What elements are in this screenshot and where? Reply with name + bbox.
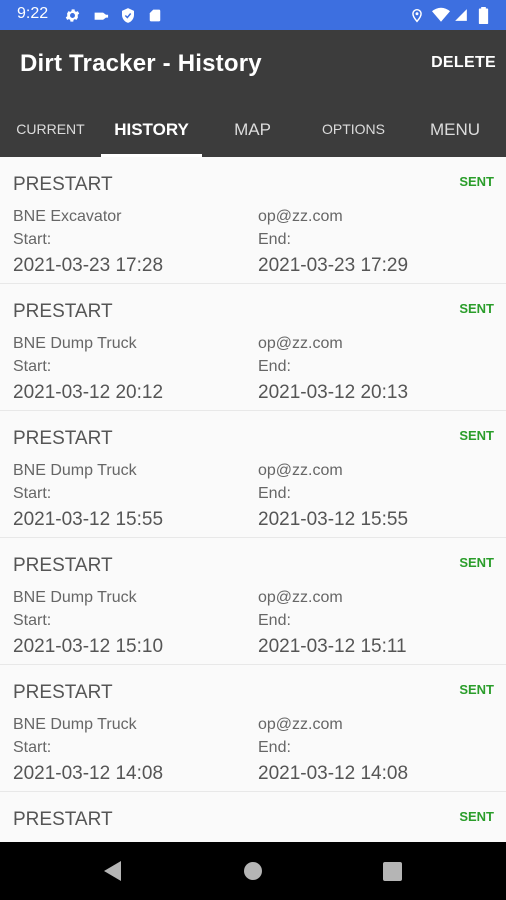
- end-label: End:: [258, 231, 291, 248]
- record-type: PRESTART: [13, 682, 113, 703]
- tab-current-label: CURRENT: [16, 121, 85, 137]
- end-time: 2021-03-12 15:55: [258, 509, 409, 530]
- start-label: Start:: [13, 231, 52, 248]
- tab-history-label: HISTORY: [114, 120, 189, 139]
- status-badge: SENT: [459, 428, 494, 443]
- record-type: PRESTART: [13, 301, 113, 322]
- tab-menu-label: MENU: [429, 120, 481, 139]
- tab-options[interactable]: OPTIONS: [303, 102, 404, 157]
- delete-button[interactable]: DELETE: [431, 54, 496, 72]
- operator-email: op@zz.com: [258, 589, 343, 606]
- end-time: 2021-03-12 20:13: [258, 382, 409, 403]
- start-label: Start:: [13, 612, 52, 629]
- history-item[interactable]: PRESTART SENT BNE Excavator op@zz.com St…: [0, 157, 506, 284]
- machine-name: BNE Dump Truck: [13, 462, 137, 479]
- start-time: 2021-03-12 15:10: [13, 636, 164, 657]
- tab-menu[interactable]: MENU: [404, 102, 506, 157]
- operator-email: op@zz.com: [258, 716, 343, 733]
- history-item[interactable]: PRESTART SENT BNE Dump Truck op@zz.com S…: [0, 538, 506, 665]
- status-bar: 9:22: [0, 0, 506, 30]
- home-icon[interactable]: [243, 861, 263, 881]
- status-badge: SENT: [459, 301, 494, 316]
- status-badge: SENT: [459, 555, 494, 570]
- back-icon[interactable]: [101, 860, 123, 882]
- system-nav-bar: [0, 842, 506, 900]
- page-title: Dirt Tracker - History: [20, 50, 262, 77]
- history-item[interactable]: PRESTART SENT: [0, 792, 506, 842]
- status-badge: SENT: [459, 682, 494, 697]
- start-label: Start:: [13, 358, 52, 375]
- status-badge: SENT: [459, 174, 494, 189]
- end-label: End:: [258, 485, 291, 502]
- gear-icon: [65, 9, 80, 22]
- tab-map-label: MAP: [234, 120, 271, 139]
- machine-name: BNE Excavator: [13, 208, 122, 225]
- battery-icon: [478, 7, 489, 24]
- app-bar: Dirt Tracker - History DELETE CURRENT HI…: [0, 30, 506, 157]
- history-item[interactable]: PRESTART SENT BNE Dump Truck op@zz.com S…: [0, 665, 506, 792]
- tab-history[interactable]: HISTORY: [101, 102, 202, 157]
- start-time: 2021-03-23 17:28: [13, 255, 164, 276]
- start-time: 2021-03-12 15:55: [13, 509, 164, 530]
- record-type: PRESTART: [13, 428, 113, 449]
- key-icon: [94, 12, 109, 20]
- operator-email: op@zz.com: [258, 462, 343, 479]
- machine-name: BNE Dump Truck: [13, 716, 137, 733]
- end-time: 2021-03-12 15:11: [258, 636, 407, 657]
- start-time: 2021-03-12 14:08: [13, 763, 164, 784]
- end-label: End:: [258, 612, 291, 629]
- shield-icon: [122, 8, 134, 23]
- record-type: PRESTART: [13, 809, 113, 830]
- start-time: 2021-03-12 20:12: [13, 382, 164, 403]
- sd-card-icon: [149, 9, 161, 22]
- recents-icon[interactable]: [383, 862, 402, 881]
- location-pin-icon: [412, 8, 422, 23]
- tab-bar: CURRENT HISTORY MAP OPTIONS MENU: [0, 102, 506, 157]
- end-time: 2021-03-12 14:08: [258, 763, 409, 784]
- history-item[interactable]: PRESTART SENT BNE Dump Truck op@zz.com S…: [0, 284, 506, 411]
- start-label: Start:: [13, 485, 52, 502]
- tab-map[interactable]: MAP: [202, 102, 303, 157]
- status-time: 9:22: [17, 5, 49, 22]
- tab-options-label: OPTIONS: [321, 121, 385, 137]
- record-type: PRESTART: [13, 174, 113, 195]
- machine-name: BNE Dump Truck: [13, 335, 137, 352]
- start-label: Start:: [13, 739, 52, 756]
- history-list: PRESTART SENT BNE Excavator op@zz.com St…: [0, 157, 506, 842]
- tab-current[interactable]: CURRENT: [0, 102, 101, 157]
- operator-email: op@zz.com: [258, 208, 343, 225]
- end-label: End:: [258, 358, 291, 375]
- end-label: End:: [258, 739, 291, 756]
- status-badge: SENT: [459, 809, 494, 824]
- end-time: 2021-03-23 17:29: [258, 255, 409, 276]
- history-item[interactable]: PRESTART SENT BNE Dump Truck op@zz.com S…: [0, 411, 506, 538]
- operator-email: op@zz.com: [258, 335, 343, 352]
- machine-name: BNE Dump Truck: [13, 589, 137, 606]
- record-type: PRESTART: [13, 555, 113, 576]
- signal-icon: [455, 9, 467, 21]
- wifi-icon: [432, 7, 450, 22]
